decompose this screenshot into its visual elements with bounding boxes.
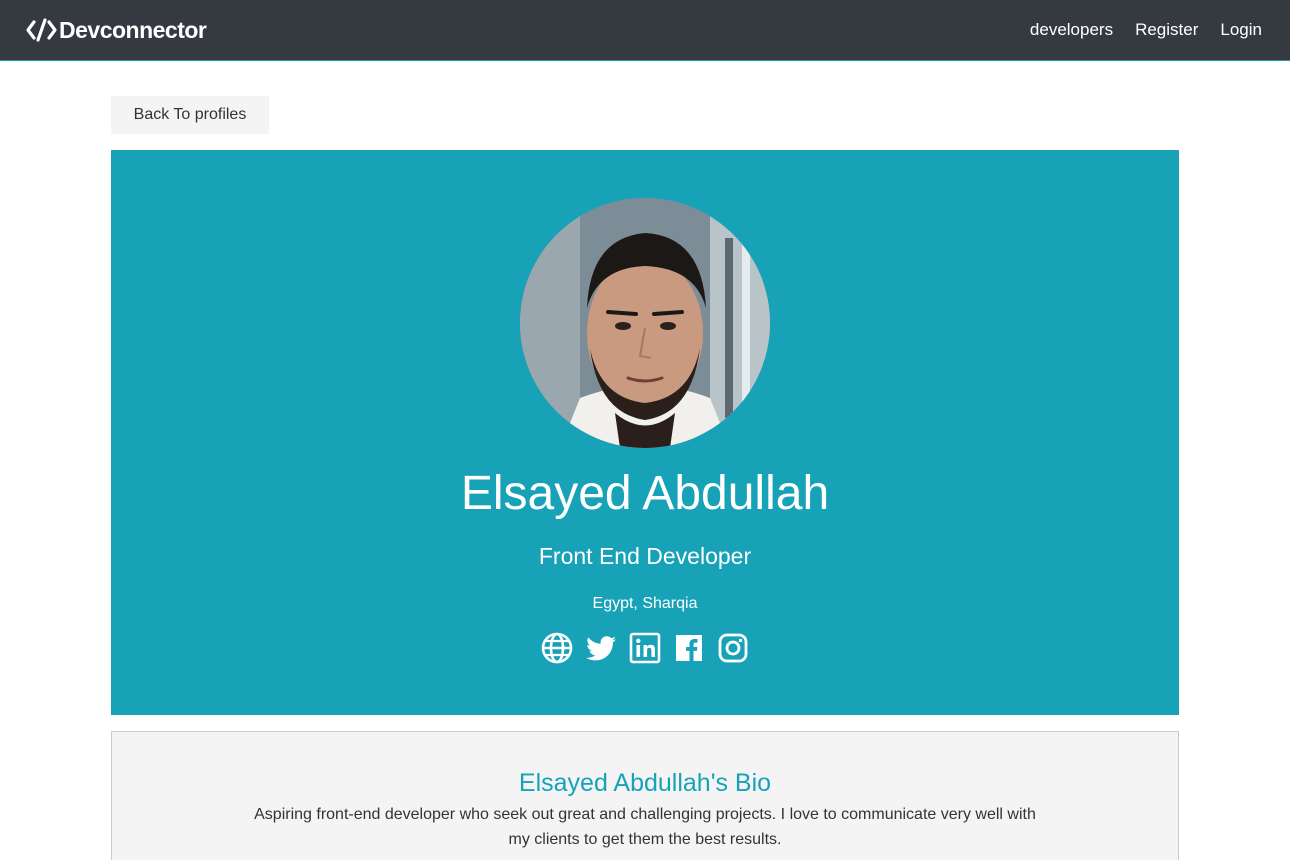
code-icon [26, 18, 57, 42]
instagram-icon[interactable] [717, 632, 749, 664]
bio-heading: Elsayed Abdullah's Bio [518, 769, 772, 797]
social-links [111, 632, 1179, 664]
profile-location: Egypt, Sharqia [592, 595, 698, 612]
nav-links: developers Register Login [1008, 20, 1262, 40]
twitter-icon[interactable] [585, 632, 617, 664]
profile-name: Elsayed Abdullah [460, 467, 830, 520]
profile-title: Front End Developer [538, 543, 752, 569]
bio-text: Aspiring front-end developer who seek ou… [254, 806, 1036, 848]
avatar [520, 198, 770, 448]
nav-developers-link[interactable]: developers [1030, 20, 1113, 40]
bio-section: Elsayed Abdullah's Bio Aspiring front-en… [111, 731, 1179, 860]
brand-link[interactable]: Devconnector [26, 16, 207, 44]
facebook-icon[interactable] [673, 632, 705, 664]
profile-header: Elsayed Abdullah Front End Developer Egy… [111, 150, 1179, 715]
back-to-profiles-button[interactable]: Back To profiles [111, 96, 269, 134]
navbar: Devconnector developers Register Login [0, 0, 1290, 61]
brand-label: Devconnector [59, 16, 207, 43]
nav-register-link[interactable]: Register [1135, 20, 1198, 40]
nav-login-link[interactable]: Login [1220, 20, 1262, 40]
globe-icon[interactable] [541, 632, 573, 664]
linkedin-icon[interactable] [629, 632, 661, 664]
